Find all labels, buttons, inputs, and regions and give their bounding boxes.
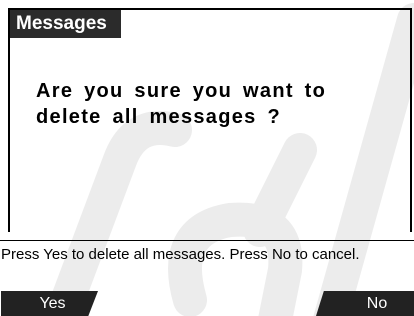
no-button-label: No xyxy=(366,295,388,312)
help-text: Press Yes to delete all messages. Press … xyxy=(1,246,360,263)
yes-button-label: Yes xyxy=(39,295,66,312)
no-button[interactable]: No xyxy=(316,291,414,316)
phone-screen: Messages Are you sure you want to delete… xyxy=(0,0,414,316)
divider xyxy=(0,240,414,241)
page-title: Messages xyxy=(10,10,121,38)
confirmation-question: Are you sure you want to delete all mess… xyxy=(36,80,327,128)
yes-button[interactable]: Yes xyxy=(1,291,98,316)
